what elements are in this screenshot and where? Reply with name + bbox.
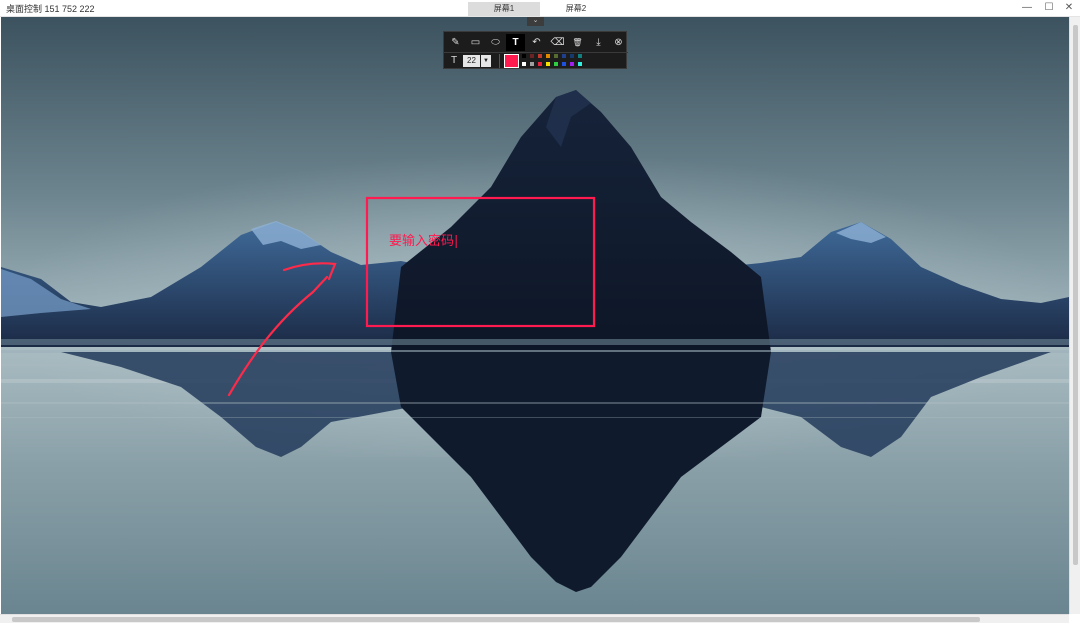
close-button[interactable]: ✕ [1062, 1, 1076, 15]
current-color-swatch[interactable] [504, 54, 519, 68]
window-title: 桌面控制 151 752 222 [6, 4, 95, 14]
color-swatch[interactable] [521, 53, 527, 59]
vertical-scroll-thumb[interactable] [1073, 25, 1078, 565]
color-swatch[interactable] [521, 61, 527, 67]
horizontal-scrollbar[interactable] [0, 614, 1069, 623]
color-swatch[interactable] [545, 61, 551, 67]
ellipse-icon[interactable]: ⬭ [486, 34, 505, 51]
color-swatch[interactable] [553, 61, 559, 67]
minimize-button[interactable]: — [1020, 1, 1034, 15]
annotation-text[interactable]: 要输入密码| [389, 230, 458, 249]
color-swatch[interactable] [537, 53, 543, 59]
vertical-scrollbar[interactable] [1069, 17, 1080, 614]
tab-screen-1[interactable]: 屏幕1 [468, 2, 540, 16]
toolbar-vertical-divider [499, 54, 500, 68]
rectangle-icon[interactable]: ▭ [466, 34, 485, 51]
color-swatch[interactable] [577, 61, 583, 67]
maximize-button[interactable]: ☐ [1042, 1, 1056, 15]
trash-icon[interactable]: 🗑 [568, 34, 587, 51]
window-titlebar: 桌面控制 151 752 222 屏幕1 屏幕2 — ☐ ✕ [0, 0, 1080, 17]
eraser-icon[interactable]: ⌫ [548, 34, 567, 51]
color-swatch[interactable] [529, 53, 535, 59]
color-swatch[interactable] [561, 61, 567, 67]
annotation-layer [227, 196, 596, 397]
chevron-down-icon[interactable]: ▼ [481, 55, 491, 67]
color-swatch[interactable] [537, 61, 543, 67]
close-circle-icon[interactable]: ⊗ [609, 34, 628, 51]
toolbar-collapse-button[interactable]: ⌄ [527, 17, 544, 26]
annotation-toolbar: ✎ ▭ ⬭ T ↶ ⌫ 🗑 ⤓ ⊗ T 22 ▼ [443, 31, 628, 69]
horizontal-scroll-thumb[interactable] [12, 617, 980, 622]
color-swatch[interactable] [569, 53, 575, 59]
undo-icon[interactable]: ↶ [527, 34, 546, 51]
color-swatch[interactable] [569, 61, 575, 67]
remote-screen-view[interactable]: 要输入密码| [1, 17, 1069, 614]
color-swatch[interactable] [553, 53, 559, 59]
font-size-value[interactable]: 22 [463, 55, 480, 67]
download-icon[interactable]: ⤓ [589, 34, 608, 51]
color-swatch[interactable] [577, 53, 583, 59]
font-size-icon: T [450, 55, 458, 66]
tab-screen-2[interactable]: 屏幕2 [540, 2, 612, 16]
color-swatch[interactable] [529, 61, 535, 67]
color-swatch[interactable] [561, 53, 567, 59]
toolbar-divider [444, 52, 628, 53]
annotation-rectangle [365, 196, 596, 328]
annotation-arrow [227, 275, 329, 397]
text-tool-icon[interactable]: T [506, 34, 525, 51]
pencil-icon[interactable]: ✎ [446, 34, 465, 51]
color-swatch[interactable] [545, 53, 551, 59]
